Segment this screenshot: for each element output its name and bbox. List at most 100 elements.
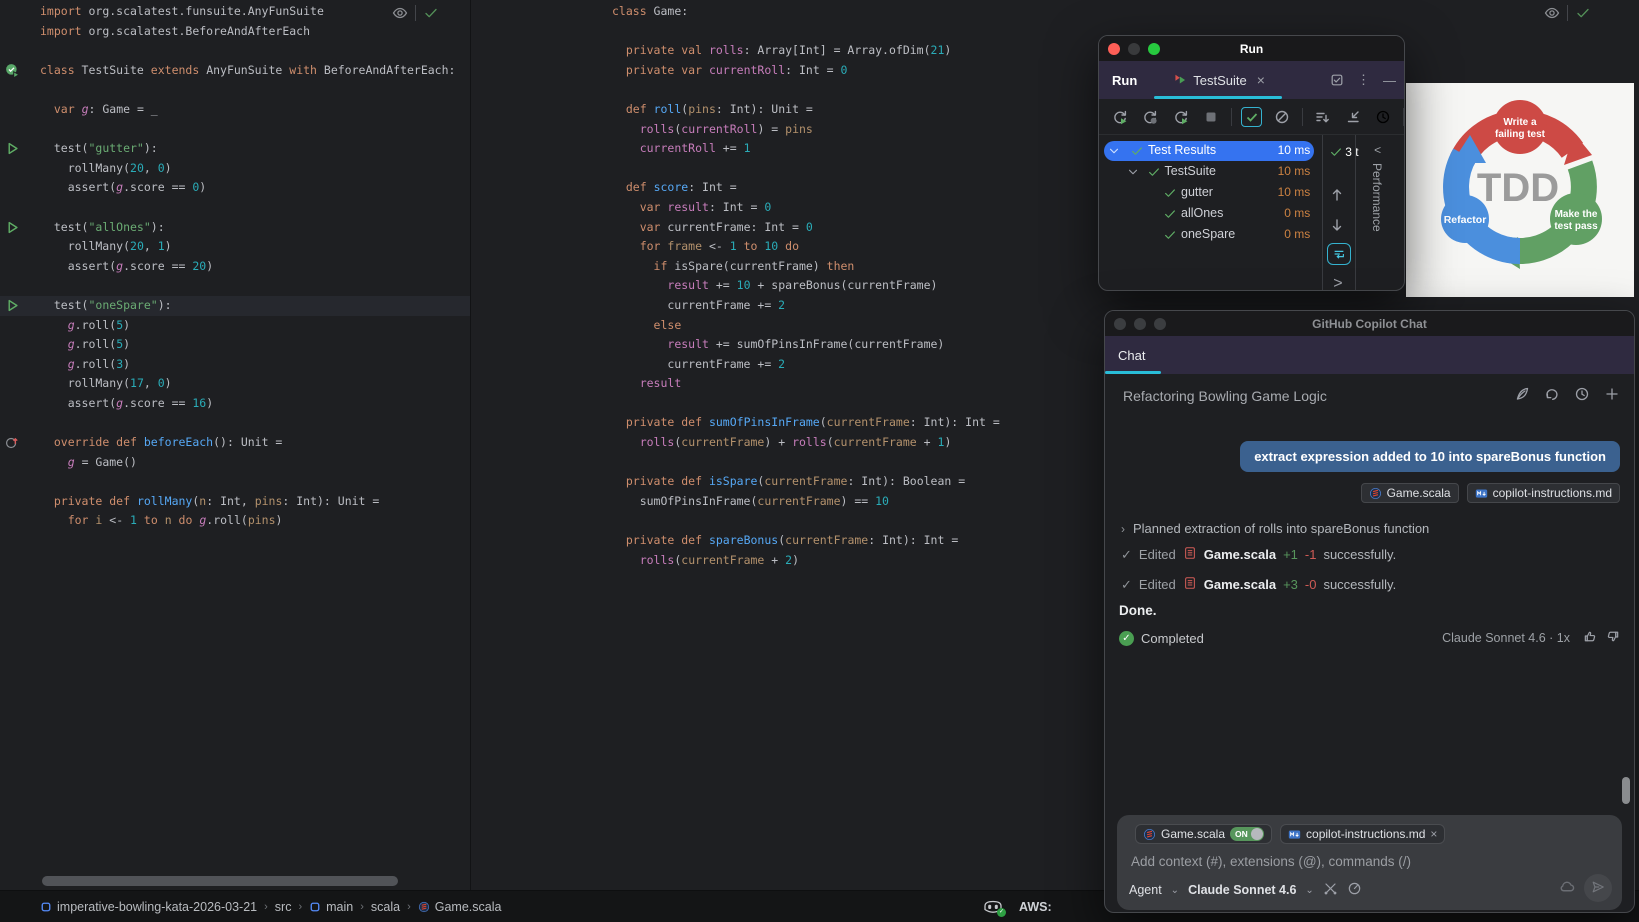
analysis-check-icon[interactable] (1575, 5, 1591, 21)
test-suite-editor-pane[interactable]: import org.scalatest.funsuite.AnyFunSuit… (0, 0, 470, 890)
rerun-dim-icon[interactable] (1139, 107, 1160, 127)
override-gutter-icon[interactable] (5, 435, 20, 450)
thumbs-down-icon[interactable] (1605, 629, 1620, 647)
edited-file-name[interactable]: Game.scala (1204, 577, 1276, 592)
feather-icon[interactable] (1514, 386, 1530, 405)
breadcrumb-item[interactable]: src (275, 900, 292, 914)
code-line[interactable]: class Game: (471, 2, 1639, 22)
chat-scrollbar[interactable] (1622, 777, 1630, 804)
reference-chip[interactable]: Game.scala (1360, 483, 1459, 503)
code-line[interactable]: private def rollMany(n: Int, pins: Int):… (0, 492, 470, 512)
usage-gauge-icon[interactable] (1347, 881, 1362, 899)
context-chip-game-scala[interactable]: Game.scala ON (1135, 824, 1273, 844)
chevron-right-icon[interactable]: > (1333, 275, 1353, 290)
clock-icon[interactable] (1373, 107, 1394, 127)
code-line[interactable]: override def beforeEach (): Unit = (0, 433, 470, 453)
context-chip-instructions[interactable]: copilot-instructions.md × (1280, 824, 1446, 844)
eye-icon[interactable] (392, 5, 408, 21)
import-icon[interactable] (1342, 107, 1363, 127)
code-line[interactable]: for i <- 1 to n do g .roll(pins) (0, 511, 470, 531)
code-line[interactable]: assert(g .score == 16) (0, 394, 470, 414)
code-line[interactable]: rollMany(20, 1) (0, 237, 470, 257)
chat-input-box[interactable]: Game.scala ON copilot-instructions.md × Ad… (1117, 815, 1622, 910)
rerun-icon[interactable] (1109, 107, 1130, 127)
code-line[interactable]: g .roll(5) (0, 335, 470, 355)
test-tree-row[interactable]: TestSuite 10 ms (1099, 162, 1322, 183)
run-gutter-icon[interactable] (5, 298, 20, 313)
code-line[interactable]: g .roll(5) (0, 316, 470, 336)
tab-performance[interactable]: Performance (1370, 163, 1384, 232)
code-line[interactable]: g = Game() (0, 453, 470, 473)
send-button[interactable] (1584, 874, 1612, 902)
chevron-down-icon[interactable] (1126, 165, 1140, 179)
code-line[interactable]: assert(g .score == 20) (0, 257, 470, 277)
test-results-tree[interactable]: Test Results 10 ms TestSuite 10 ms gutter 10 … (1099, 135, 1322, 290)
code-line[interactable] (0, 472, 470, 492)
code-line[interactable]: assert(g .score == 0) (0, 178, 470, 198)
plan-collapsible-row[interactable]: › Planned extraction of rolls into spare… (1121, 521, 1429, 536)
mode-dropdown[interactable]: Agent (1129, 883, 1162, 897)
test-tree-row[interactable]: gutter 10 ms (1099, 183, 1322, 204)
code-line[interactable] (0, 413, 470, 433)
code-line[interactable] (0, 80, 470, 100)
ignore-icon[interactable] (1271, 107, 1292, 127)
collapse-chevron-icon[interactable]: < (1374, 143, 1381, 157)
code-line[interactable]: g .roll(3) (0, 355, 470, 375)
chat-window-titlebar[interactable]: GitHub Copilot Chat (1105, 311, 1634, 336)
code-line[interactable]: import org.scalatest.BeforeAndAfterEach (0, 22, 470, 42)
rerun-failed-icon[interactable] (1170, 107, 1191, 127)
cloud-icon[interactable] (1559, 878, 1576, 898)
passed-icon[interactable] (1240, 106, 1263, 127)
code-line[interactable]: rollMany(17, 0) (0, 374, 470, 394)
run-gutter-icon[interactable] (5, 220, 20, 235)
tab-testsuite[interactable]: TestSuite × (1173, 72, 1265, 88)
code-line[interactable] (0, 120, 470, 140)
reference-chip[interactable]: copilot-instructions.md (1466, 483, 1620, 503)
eye-icon[interactable] (1544, 5, 1560, 21)
code-line[interactable]: test("oneSpare"): (0, 295, 470, 316)
code-line[interactable]: test("allOnes"): (0, 218, 470, 238)
close-icon[interactable]: × (1257, 72, 1265, 88)
test-tree-row[interactable]: oneSpare 0 ms (1099, 225, 1322, 246)
horizontal-scrollbar[interactable] (42, 876, 398, 886)
code-line[interactable]: private val rolls: Array[Int] = Array.of… (471, 41, 1639, 61)
track-running-test-icon[interactable] (1327, 243, 1352, 265)
dock-icon[interactable] (1330, 73, 1344, 87)
analysis-check-icon[interactable] (423, 5, 439, 21)
undo-icon[interactable] (1544, 386, 1560, 405)
breadcrumb-item[interactable]: Game.scala (418, 900, 501, 914)
code-line[interactable] (471, 22, 1639, 42)
breadcrumb-item[interactable]: imperative-bowling-kata-2026-03-21 (40, 900, 257, 914)
close-icon[interactable]: × (1430, 827, 1437, 841)
chat-input-placeholder[interactable]: Add context (#), extensions (@), command… (1131, 854, 1411, 869)
run-gutter-icon[interactable] (5, 63, 20, 78)
copilot-status-icon[interactable]: ✓ (983, 899, 1006, 917)
code-line[interactable]: rollMany(20, 0) (0, 159, 470, 179)
new-chat-icon[interactable] (1604, 386, 1620, 405)
breadcrumb-item[interactable]: main (309, 900, 353, 914)
code-line[interactable]: var g: Game = _ (0, 100, 470, 120)
code-line[interactable] (0, 41, 470, 61)
run-gutter-icon[interactable] (5, 141, 20, 156)
history-icon[interactable] (1574, 386, 1590, 405)
model-dropdown[interactable]: Claude Sonnet 4.6 (1188, 883, 1296, 897)
next-test-icon[interactable] (1329, 217, 1349, 235)
stop-icon[interactable] (1200, 107, 1221, 127)
code-line[interactable] (0, 276, 470, 296)
code-line[interactable]: private var currentRoll: Int = 0 (471, 61, 1639, 81)
context-toggle-on[interactable]: ON (1230, 827, 1265, 841)
code-line[interactable] (0, 198, 470, 218)
tools-icon[interactable] (1323, 881, 1338, 899)
code-line[interactable]: class TestSuite extends AnyFunSuite with… (0, 61, 470, 81)
run-window-titlebar[interactable]: Run (1099, 36, 1404, 61)
breadcrumb-item[interactable]: scala (371, 900, 400, 914)
chevron-down-icon[interactable] (1107, 144, 1121, 158)
code-line[interactable]: test("gutter"): (0, 139, 470, 159)
test-tree-row[interactable]: allOnes 0 ms (1099, 204, 1322, 225)
minimize-icon[interactable]: — (1383, 73, 1396, 88)
edited-file-name[interactable]: Game.scala (1204, 547, 1276, 562)
sort-icon[interactable] (1312, 107, 1333, 127)
kebab-menu-icon[interactable]: ⋮ (1357, 72, 1370, 88)
previous-test-icon[interactable] (1329, 187, 1349, 205)
aws-status-label[interactable]: AWS: (1019, 900, 1052, 914)
